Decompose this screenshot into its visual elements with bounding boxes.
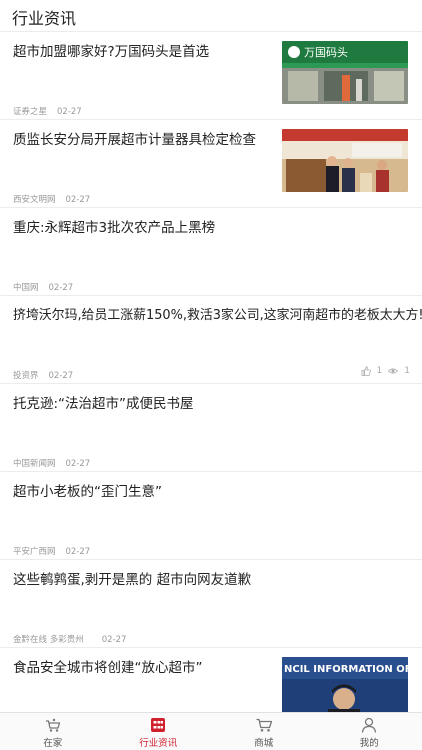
- news-meta: 西安文明网 02-27: [13, 193, 90, 205]
- news-date: 02-27: [65, 459, 91, 469]
- news-item[interactable]: 挤垮沃尔玛,给员工涨薪150%,救活3家公司,这家河南超市的老板太大方! 投资界…: [0, 296, 422, 384]
- news-source: 西安文明网: [13, 195, 56, 205]
- news-date: 02-27: [101, 635, 127, 645]
- page-title: 行业资讯: [12, 9, 77, 28]
- tab-industry-news[interactable]: 行业资讯: [106, 713, 212, 750]
- news-headline[interactable]: 重庆:永辉超市3批次农产品上黑榜: [13, 219, 215, 237]
- view-count: 1: [404, 366, 410, 376]
- news-headline[interactable]: 超市加盟哪家好?万国码头是首选: [13, 43, 275, 61]
- tab-profile[interactable]: 我的: [317, 713, 422, 750]
- news-source: 平安广西网: [13, 547, 56, 557]
- news-item[interactable]: 重庆:永辉超市3批次农产品上黑榜 中国网 02-27: [0, 208, 422, 296]
- bottom-tab-bar: 在家 行业资讯 商城 我的: [0, 712, 422, 750]
- news-date: 02-27: [65, 547, 91, 557]
- news-meta: 金黔在线 多彩贵州 02-27: [13, 633, 126, 645]
- news-date: 02-27: [57, 107, 82, 117]
- store-sign-text: 万国码头: [304, 46, 348, 59]
- news-grid-icon: [151, 718, 166, 732]
- news-date: 02-27: [65, 195, 91, 205]
- news-headline[interactable]: 挤垮沃尔玛,给员工涨薪150%,救活3家公司,这家河南超市的老板太大方!: [13, 307, 422, 325]
- cart-basket-icon: [45, 718, 60, 732]
- tab-home[interactable]: 在家: [0, 713, 106, 750]
- news-headline[interactable]: 超市小老板的“歪门生意”: [13, 483, 162, 501]
- conference-sign-text: NCIL INFORMATION OFFI: [284, 664, 408, 675]
- news-meta: 中国网 02-27: [13, 281, 73, 293]
- tab-label: 在家: [43, 738, 63, 749]
- news-list: 超市加盟哪家好?万国码头是首选 万国码头 证券之星 02-27 质监长安分局开展超…: [0, 32, 422, 736]
- news-date: 02-27: [48, 371, 74, 381]
- news-date: 02-27: [48, 283, 74, 293]
- news-meta: 投资界 02-27: [13, 369, 73, 381]
- person-icon: [362, 717, 377, 733]
- tab-label: 商城: [254, 738, 274, 749]
- news-thumbnail[interactable]: 万国码头: [282, 41, 408, 104]
- news-item[interactable]: 质监长安分局开展超市计量器具检定检查 西安文明网 02-27: [0, 120, 422, 208]
- news-source: 投资界: [13, 371, 39, 381]
- news-meta: 证券之星 02-27: [13, 105, 82, 117]
- news-item[interactable]: 托克逊:“法治超市”成便民书屋 中国新闻网 02-27: [0, 384, 422, 472]
- news-item[interactable]: 超市加盟哪家好?万国码头是首选 万国码头 证券之星 02-27: [0, 32, 422, 120]
- news-stats: 1 1: [361, 366, 410, 376]
- news-source: 金黔在线 多彩贵州: [13, 635, 84, 645]
- news-item[interactable]: 这些鹌鹑蛋,剥开是黑的 超市向网友道歉 金黔在线 多彩贵州 02-27: [0, 560, 422, 648]
- like-count: 1: [376, 366, 383, 376]
- news-thumbnail[interactable]: NCIL INFORMATION OFFI: [282, 657, 408, 717]
- news-meta: 中国新闻网 02-27: [13, 457, 90, 469]
- news-meta: 平安广西网 02-27: [13, 545, 90, 557]
- news-item[interactable]: 超市小老板的“歪门生意” 平安广西网 02-27: [0, 472, 422, 560]
- shopping-cart-icon: [256, 718, 272, 732]
- eye-icon: [388, 366, 399, 376]
- news-headline[interactable]: 食品安全城市将创建“放心超市”: [13, 659, 275, 677]
- news-source: 中国新闻网: [13, 459, 56, 469]
- news-headline[interactable]: 质监长安分局开展超市计量器具检定检查: [13, 131, 275, 149]
- news-source: 中国网: [13, 283, 39, 293]
- thumbs-up-icon[interactable]: [361, 366, 371, 376]
- news-headline[interactable]: 这些鹌鹑蛋,剥开是黑的 超市向网友道歉: [13, 571, 251, 589]
- news-source: 证券之星: [13, 107, 48, 117]
- tab-mall[interactable]: 商城: [211, 713, 317, 750]
- tab-label: 行业资讯: [139, 738, 178, 749]
- news-thumbnail[interactable]: [282, 129, 408, 192]
- tab-label: 我的: [359, 738, 379, 749]
- news-headline[interactable]: 托克逊:“法治超市”成便民书屋: [13, 395, 194, 413]
- page-header: 行业资讯: [0, 0, 422, 32]
